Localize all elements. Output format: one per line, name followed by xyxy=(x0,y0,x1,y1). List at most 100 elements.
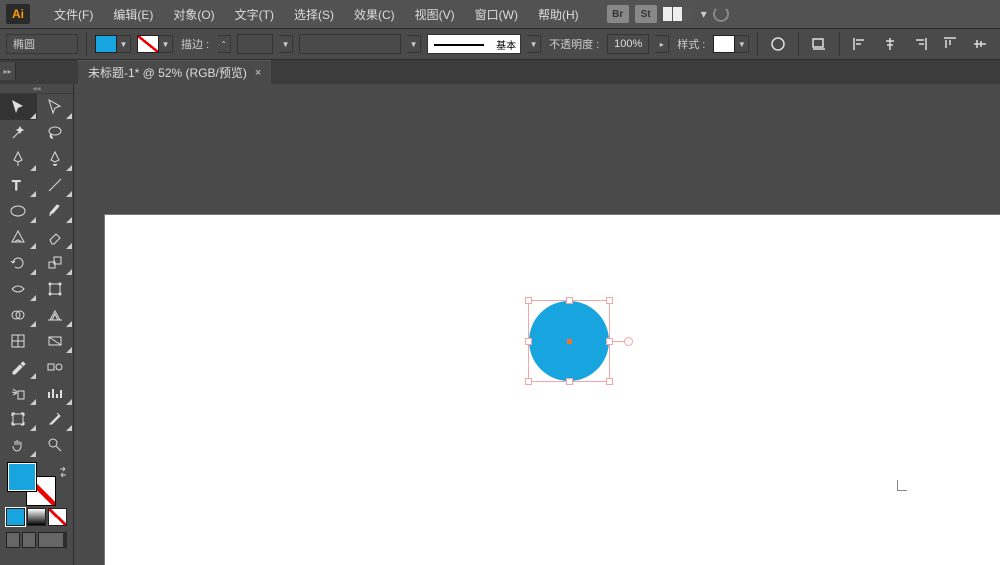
symbol-sprayer-tool[interactable] xyxy=(0,380,37,406)
panel-expand-handle[interactable]: ▸▸ xyxy=(0,62,16,80)
recolor-artwork-button[interactable] xyxy=(766,33,790,55)
direct-selection-tool[interactable] xyxy=(37,94,74,120)
align-top-button[interactable] xyxy=(938,33,962,55)
canvas-area[interactable] xyxy=(74,84,1000,565)
color-mode-row xyxy=(0,508,73,526)
perspective-grid-tool[interactable] xyxy=(37,302,74,328)
menu-select[interactable]: 选择(S) xyxy=(284,2,344,27)
center-point-icon xyxy=(567,339,572,344)
resize-handle-tl[interactable] xyxy=(525,297,532,304)
menu-file[interactable]: 文件(F) xyxy=(44,2,103,27)
paintbrush-tool[interactable] xyxy=(37,198,74,224)
resize-handle-bm[interactable] xyxy=(566,378,573,385)
lasso-tool[interactable] xyxy=(37,120,74,146)
magic-wand-tool[interactable] xyxy=(0,120,37,146)
menu-type[interactable]: 文字(T) xyxy=(225,2,284,27)
align-center-h-button[interactable] xyxy=(878,33,902,55)
eraser-tool[interactable] xyxy=(37,224,74,250)
none-mode-button[interactable] xyxy=(48,508,67,526)
gradient-tool[interactable] xyxy=(37,328,74,354)
stroke-weight-input[interactable] xyxy=(237,34,273,54)
line-segment-tool[interactable] xyxy=(37,172,74,198)
chevron-down-icon[interactable]: ▼ xyxy=(117,35,131,53)
chevron-right-icon[interactable]: ▸ xyxy=(655,35,669,53)
align-left-button[interactable] xyxy=(848,33,872,55)
color-mode-button[interactable] xyxy=(6,508,25,526)
gradient-mode-button[interactable] xyxy=(27,508,46,526)
brush-definition[interactable]: 基本 xyxy=(427,34,521,54)
swap-fill-stroke-icon[interactable] xyxy=(58,464,68,474)
close-tab-button[interactable]: × xyxy=(255,67,261,79)
toolbox-collapse-handle[interactable]: ◂◂ xyxy=(0,84,73,94)
variable-width-profile[interactable] xyxy=(299,34,401,54)
document-tab[interactable]: 未标题-1* @ 52% (RGB/预览) × xyxy=(78,60,271,84)
resize-handle-br[interactable] xyxy=(606,378,613,385)
menu-help[interactable]: 帮助(H) xyxy=(528,2,589,27)
document-tab-bar: 未标题-1* @ 52% (RGB/预览) × xyxy=(0,60,1000,84)
slice-tool[interactable] xyxy=(37,406,74,432)
width-tool[interactable] xyxy=(0,276,37,302)
draw-inside-button[interactable] xyxy=(38,532,67,548)
hand-tool[interactable] xyxy=(0,432,37,458)
chevron-down-icon[interactable]: ▼ xyxy=(159,35,173,53)
fill-stroke-swatch[interactable] xyxy=(0,460,73,504)
pie-widget-handle[interactable] xyxy=(624,337,633,346)
align-center-v-button[interactable] xyxy=(968,33,992,55)
shape-builder-tool[interactable] xyxy=(0,302,37,328)
menu-effect[interactable]: 效果(C) xyxy=(344,2,405,27)
selection-bounding-box[interactable] xyxy=(525,297,613,385)
column-graph-tool[interactable] xyxy=(37,380,74,406)
resize-handle-ml[interactable] xyxy=(525,338,532,345)
type-tool[interactable]: T xyxy=(0,172,37,198)
opacity-input[interactable]: 100% xyxy=(607,34,649,54)
app-logo: Ai xyxy=(6,4,30,24)
menu-view[interactable]: 视图(V) xyxy=(405,2,465,27)
stock-button[interactable]: St xyxy=(635,5,657,23)
workspace-arrow-icon[interactable]: ▾ xyxy=(701,7,707,21)
stroke-swatch[interactable]: ▼ xyxy=(137,35,173,53)
chevron-down-icon[interactable]: ▼ xyxy=(279,35,293,53)
bridge-button[interactable]: Br xyxy=(607,5,629,23)
eyedropper-tool[interactable] xyxy=(0,354,37,380)
menu-window[interactable]: 窗口(W) xyxy=(465,2,528,27)
control-bar: 椭圆 ▼ ▼ 描边 : ⌃ ▼ ▼ 基本 ▼ 不透明度 : 100% ▸ 样式 … xyxy=(0,28,1000,60)
fill-swatch[interactable]: ▼ xyxy=(95,35,131,53)
artboard-tool[interactable] xyxy=(0,406,37,432)
curvature-tool[interactable] xyxy=(37,146,74,172)
stroke-weight-stepper[interactable]: ⌃ xyxy=(217,35,231,53)
stroke-color-icon xyxy=(137,35,159,53)
document-tab-title: 未标题-1* @ 52% (RGB/预览) xyxy=(88,64,247,81)
menu-edit[interactable]: 编辑(E) xyxy=(103,2,163,27)
shaper-tool[interactable] xyxy=(0,224,37,250)
ellipse-tool[interactable] xyxy=(0,198,37,224)
draw-normal-button[interactable] xyxy=(6,532,20,548)
resize-handle-bl[interactable] xyxy=(525,378,532,385)
ruler-origin-mark xyxy=(897,490,907,491)
scale-tool[interactable] xyxy=(37,250,74,276)
fill-box-icon[interactable] xyxy=(7,462,37,492)
free-transform-tool[interactable] xyxy=(37,276,74,302)
blend-tool[interactable] xyxy=(37,354,74,380)
draw-behind-button[interactable] xyxy=(22,532,36,548)
align-to-button[interactable] xyxy=(807,33,831,55)
mesh-tool[interactable] xyxy=(0,328,37,354)
fill-color-icon xyxy=(95,35,117,53)
selection-type-readout: 椭圆 xyxy=(6,34,78,54)
chevron-down-icon[interactable]: ▼ xyxy=(527,35,541,53)
rotate-tool[interactable] xyxy=(0,250,37,276)
sync-icon[interactable] xyxy=(713,6,729,22)
chevron-down-icon[interactable]: ▼ xyxy=(407,35,421,53)
zoom-tool[interactable] xyxy=(37,432,74,458)
svg-text:T: T xyxy=(12,177,21,193)
resize-handle-mr[interactable] xyxy=(606,338,613,345)
selection-tool[interactable] xyxy=(0,94,37,120)
graphic-style[interactable]: ▼ xyxy=(713,35,749,53)
resize-handle-tr[interactable] xyxy=(606,297,613,304)
artboard[interactable] xyxy=(104,214,1000,565)
workspace-switcher[interactable] xyxy=(663,7,693,21)
align-right-button[interactable] xyxy=(908,33,932,55)
pen-tool[interactable] xyxy=(0,146,37,172)
chevron-down-icon[interactable]: ▼ xyxy=(735,35,749,53)
menu-object[interactable]: 对象(O) xyxy=(163,2,224,27)
resize-handle-tm[interactable] xyxy=(566,297,573,304)
